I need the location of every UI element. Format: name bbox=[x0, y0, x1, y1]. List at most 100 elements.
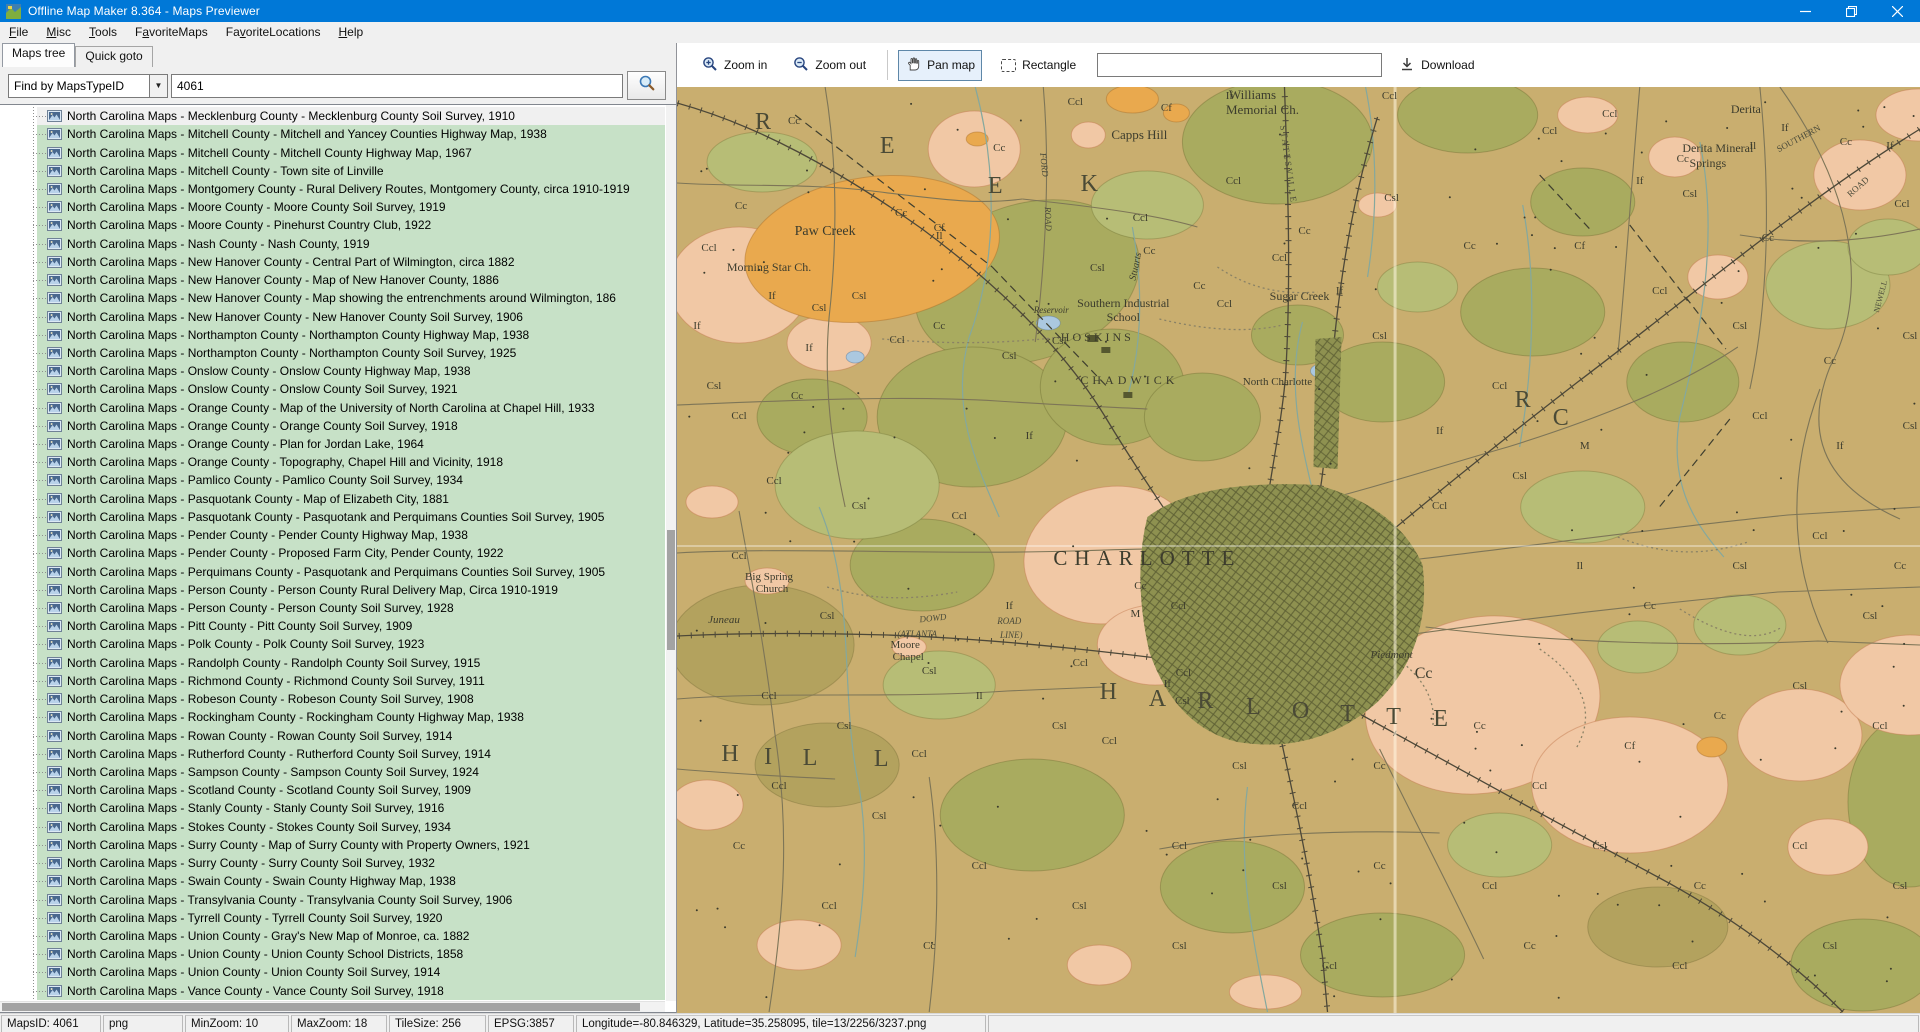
tree-item[interactable]: North Carolina Maps - Orange County - Pl… bbox=[0, 435, 665, 453]
map-node-icon bbox=[47, 110, 62, 122]
rectangle-label: Rectangle bbox=[1022, 58, 1076, 72]
tree-item[interactable]: North Carolina Maps - Scotland County - … bbox=[0, 781, 665, 799]
svg-text:Ccl: Ccl bbox=[1068, 96, 1083, 108]
tree-item[interactable]: North Carolina Maps - Pasquotank County … bbox=[0, 508, 665, 526]
menu-item-tools[interactable]: Tools bbox=[80, 23, 126, 41]
svg-text:Cf: Cf bbox=[1574, 240, 1585, 252]
tree-item[interactable]: North Carolina Maps - Rutherford County … bbox=[0, 745, 665, 763]
vertical-scroll-thumb[interactable] bbox=[667, 530, 675, 650]
status-cell-1: png bbox=[103, 1015, 183, 1032]
svg-text:Ccl: Ccl bbox=[1217, 298, 1232, 310]
tree-item[interactable]: North Carolina Maps - Mitchell County - … bbox=[0, 162, 665, 180]
find-by-dropdown[interactable]: Find by MapsTypeID ▼ bbox=[8, 74, 168, 98]
tree-item[interactable]: North Carolina Maps - Onslow County - On… bbox=[0, 380, 665, 398]
map-node-icon bbox=[47, 438, 62, 450]
tree-item[interactable]: North Carolina Maps - Pasquotank County … bbox=[0, 490, 665, 508]
tree-item[interactable]: North Carolina Maps - Sampson County - S… bbox=[0, 763, 665, 781]
map-node-icon bbox=[47, 675, 62, 687]
menu-item-help[interactable]: Help bbox=[330, 23, 373, 41]
restore-button[interactable] bbox=[1828, 0, 1874, 22]
tree-item[interactable]: North Carolina Maps - Swain County - Swa… bbox=[0, 872, 665, 890]
tree-item[interactable]: North Carolina Maps - Surry County - Map… bbox=[0, 836, 665, 854]
tree-item[interactable]: North Carolina Maps - New Hanover County… bbox=[0, 271, 665, 289]
tree-item[interactable]: North Carolina Maps - Mitchell County - … bbox=[0, 125, 665, 143]
map-node-icon bbox=[47, 292, 62, 304]
tree-item[interactable]: North Carolina Maps - Rockingham County … bbox=[0, 708, 665, 726]
title-bar[interactable]: Offline Map Maker 8.364 - Maps Previewer bbox=[0, 0, 1920, 22]
search-input[interactable] bbox=[171, 74, 623, 98]
svg-text:Cc: Cc bbox=[1694, 880, 1706, 892]
tree-item[interactable]: North Carolina Maps - Onslow County - On… bbox=[0, 362, 665, 380]
tree-item[interactable]: North Carolina Maps - Richmond County - … bbox=[0, 672, 665, 690]
tree-item[interactable]: North Carolina Maps - Tyrrell County - T… bbox=[0, 909, 665, 927]
map-node-icon bbox=[47, 183, 62, 195]
rectangle-button[interactable]: Rectangle bbox=[994, 52, 1083, 78]
zoom-out-button[interactable]: Zoom out bbox=[786, 50, 873, 81]
tree-item[interactable]: North Carolina Maps - Union County - Uni… bbox=[0, 963, 665, 981]
tree-item[interactable]: North Carolina Maps - Nash County - Nash… bbox=[0, 235, 665, 253]
tree-item[interactable]: North Carolina Maps - New Hanover County… bbox=[0, 253, 665, 271]
toolbar-input[interactable] bbox=[1097, 53, 1382, 77]
tree-item[interactable]: North Carolina Maps - Stokes County - St… bbox=[0, 818, 665, 836]
tree-item[interactable]: North Carolina Maps - Moore County - Moo… bbox=[0, 198, 665, 216]
tree-item[interactable]: North Carolina Maps - Orange County - Or… bbox=[0, 417, 665, 435]
tree-item[interactable]: North Carolina Maps - Union County - Uni… bbox=[0, 945, 665, 963]
tree-horizontal-scrollbar[interactable] bbox=[0, 1001, 665, 1012]
chevron-down-icon[interactable]: ▼ bbox=[149, 75, 167, 97]
tree-item[interactable]: North Carolina Maps - Person County - Pe… bbox=[0, 599, 665, 617]
tree-item-label: North Carolina Maps - New Hanover County… bbox=[67, 310, 523, 324]
svg-text:L: L bbox=[874, 746, 889, 772]
map-node-icon bbox=[47, 128, 62, 140]
menu-item-file[interactable]: File bbox=[0, 23, 37, 41]
horizontal-scroll-thumb[interactable] bbox=[2, 1003, 640, 1011]
tree-item[interactable]: North Carolina Maps - New Hanover County… bbox=[0, 307, 665, 325]
tree-item[interactable]: North Carolina Maps - Orange County - To… bbox=[0, 453, 665, 471]
tree-item-label: North Carolina Maps - Moore County - Pin… bbox=[67, 218, 431, 232]
svg-text:Sugar Creek: Sugar Creek bbox=[1270, 289, 1330, 303]
download-button[interactable]: Download bbox=[1392, 50, 1481, 81]
tree-item[interactable]: North Carolina Maps - Northampton County… bbox=[0, 326, 665, 344]
tree-item[interactable]: North Carolina Maps - Moore County - Pin… bbox=[0, 216, 665, 234]
status-cell-4: TileSize: 256 bbox=[389, 1015, 486, 1032]
map-toolbar: Zoom in Zoom out Pan map Rectangle bbox=[677, 43, 1920, 87]
svg-text:H: H bbox=[1100, 679, 1117, 705]
tab-quick-goto[interactable]: Quick goto bbox=[75, 46, 152, 67]
minimize-button[interactable] bbox=[1782, 0, 1828, 22]
zoom-in-button[interactable]: Zoom in bbox=[695, 50, 774, 81]
status-cell-0: MapsID: 4061 bbox=[1, 1015, 101, 1032]
map-viewport[interactable]: CclCcCfCclCclCslCslIlCcCclIfCfCcCslCslIf… bbox=[677, 87, 1920, 1013]
menu-item-favoritemaps[interactable]: FavoriteMaps bbox=[126, 23, 217, 41]
close-button[interactable] bbox=[1874, 0, 1920, 22]
tree-item[interactable]: North Carolina Maps - Surry County - Sur… bbox=[0, 854, 665, 872]
tab-maps-tree[interactable]: Maps tree bbox=[2, 43, 75, 67]
tree-item[interactable]: North Carolina Maps - Pender County - Pe… bbox=[0, 526, 665, 544]
tree-item[interactable]: North Carolina Maps - Rowan County - Row… bbox=[0, 726, 665, 744]
tree-item[interactable]: North Carolina Maps - Transylvania Count… bbox=[0, 890, 665, 908]
tree-item[interactable]: North Carolina Maps - Vance County - Van… bbox=[0, 982, 665, 1000]
tree-item[interactable]: North Carolina Maps - Mitchell County - … bbox=[0, 143, 665, 161]
tree-item[interactable]: North Carolina Maps - Northampton County… bbox=[0, 344, 665, 362]
tree-item[interactable]: North Carolina Maps - Person County - Pe… bbox=[0, 581, 665, 599]
tree-item-label: North Carolina Maps - Mitchell County - … bbox=[67, 164, 384, 178]
tree-item[interactable]: North Carolina Maps - Pender County - Pr… bbox=[0, 544, 665, 562]
tree-item[interactable]: North Carolina Maps - Stanly County - St… bbox=[0, 799, 665, 817]
pan-map-button[interactable]: Pan map bbox=[898, 50, 982, 81]
tree-vertical-scrollbar[interactable] bbox=[666, 105, 676, 1001]
tree-item[interactable]: North Carolina Maps - Pitt County - Pitt… bbox=[0, 617, 665, 635]
tree-item[interactable]: North Carolina Maps - Orange County - Ma… bbox=[0, 399, 665, 417]
tree-item[interactable]: North Carolina Maps - Randolph County - … bbox=[0, 654, 665, 672]
tree-item[interactable]: North Carolina Maps - Robeson County - R… bbox=[0, 690, 665, 708]
svg-text:I: I bbox=[764, 744, 772, 770]
menu-item-favoritelocations[interactable]: FavoriteLocations bbox=[217, 23, 330, 41]
tree-item[interactable]: North Carolina Maps - Mecklenburg County… bbox=[0, 107, 665, 125]
svg-text:If: If bbox=[1781, 122, 1789, 134]
tree-item[interactable]: North Carolina Maps - Montgomery County … bbox=[0, 180, 665, 198]
tree-item[interactable]: North Carolina Maps - Pamlico County - P… bbox=[0, 471, 665, 489]
tree-item[interactable]: North Carolina Maps - Perquimans County … bbox=[0, 562, 665, 580]
search-button[interactable] bbox=[627, 71, 666, 100]
menu-item-misc[interactable]: Misc bbox=[37, 23, 80, 41]
svg-text:Csl: Csl bbox=[820, 610, 835, 622]
tree-item[interactable]: North Carolina Maps - Polk County - Polk… bbox=[0, 635, 665, 653]
tree-item[interactable]: North Carolina Maps - Union County - Gra… bbox=[0, 927, 665, 945]
tree-item[interactable]: North Carolina Maps - New Hanover County… bbox=[0, 289, 665, 307]
